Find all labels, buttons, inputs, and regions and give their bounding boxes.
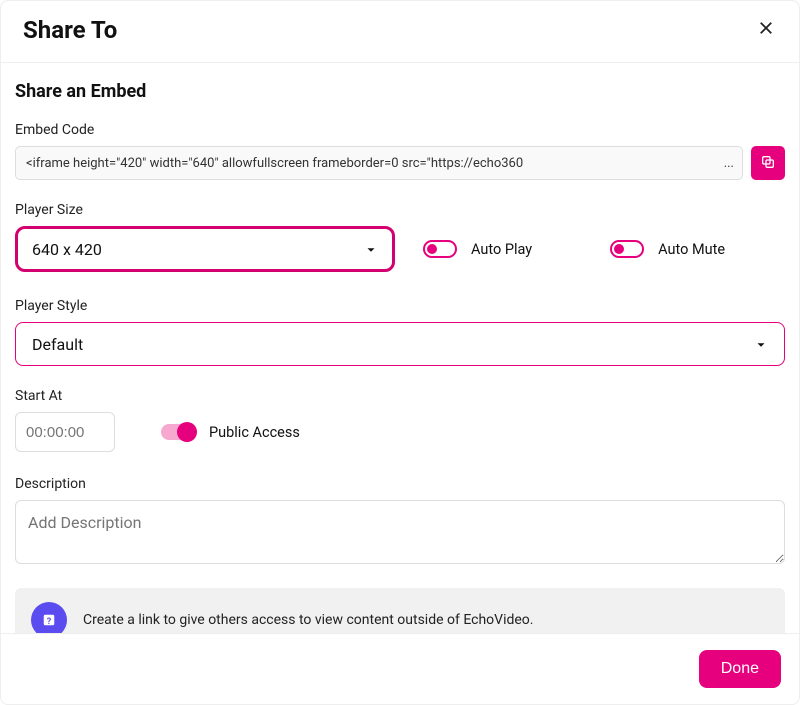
- player-style-select[interactable]: Default: [15, 322, 785, 366]
- done-button[interactable]: Done: [699, 650, 781, 688]
- auto-mute-group: Auto Mute: [610, 240, 725, 258]
- start-at-label: Start At: [15, 388, 785, 404]
- modal-footer: Done: [1, 633, 799, 704]
- svg-text:?: ?: [47, 617, 52, 627]
- auto-play-toggle[interactable]: [423, 240, 457, 258]
- modal-body: Share an Embed Embed Code <iframe height…: [1, 63, 799, 633]
- embed-code-field[interactable]: <iframe height="420" width="640" allowfu…: [15, 146, 743, 180]
- close-button[interactable]: [753, 15, 779, 44]
- info-icon: ?: [31, 602, 67, 633]
- embed-code-label: Embed Code: [15, 122, 785, 138]
- auto-play-label: Auto Play: [471, 241, 532, 258]
- start-at-input[interactable]: [15, 412, 115, 452]
- info-banner: ? Create a link to give others access to…: [15, 588, 785, 633]
- player-style-label: Player Style: [15, 298, 785, 314]
- auto-mute-label: Auto Mute: [658, 241, 725, 258]
- embed-code-value: <iframe height="420" width="640" allowfu…: [26, 156, 523, 171]
- copy-button[interactable]: [751, 146, 785, 180]
- chevron-down-icon: [364, 242, 378, 256]
- description-label: Description: [15, 476, 785, 492]
- public-access-label: Public Access: [209, 424, 300, 441]
- player-size-value: 640 x 420: [32, 240, 102, 259]
- player-style-value: Default: [32, 335, 83, 354]
- copy-icon: [760, 154, 776, 173]
- player-size-label: Player Size: [15, 202, 785, 218]
- public-access-toggle[interactable]: [161, 424, 195, 440]
- auto-mute-toggle[interactable]: [610, 240, 644, 258]
- auto-play-group: Auto Play: [423, 240, 532, 258]
- chevron-down-icon: [754, 337, 768, 351]
- share-modal: Share To Share an Embed Embed Code <ifra…: [0, 0, 800, 705]
- description-input[interactable]: [15, 500, 785, 564]
- embed-row: <iframe height="420" width="640" allowfu…: [15, 146, 785, 180]
- modal-header: Share To: [1, 1, 799, 63]
- info-text: Create a link to give others access to v…: [83, 612, 533, 628]
- modal-title: Share To: [23, 16, 117, 44]
- close-icon: [757, 25, 775, 40]
- player-size-select[interactable]: 640 x 420: [15, 226, 395, 272]
- public-access-group: Public Access: [161, 424, 300, 441]
- section-title: Share an Embed: [15, 81, 785, 102]
